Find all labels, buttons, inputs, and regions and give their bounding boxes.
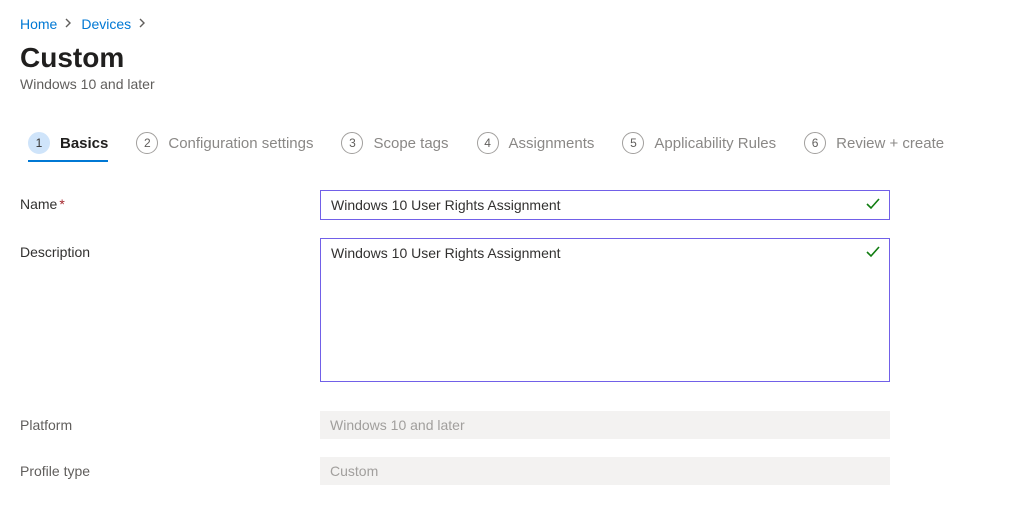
page-title: Custom <box>20 42 1004 74</box>
form-row-name: Name* <box>20 190 1004 220</box>
tab-label: Assignments <box>509 135 595 152</box>
tab-configuration-settings[interactable]: 2 Configuration settings <box>136 132 313 162</box>
wizard-tabs: 1 Basics 2 Configuration settings 3 Scop… <box>20 132 1004 162</box>
tab-label: Scope tags <box>373 135 448 152</box>
tab-label: Configuration settings <box>168 135 313 152</box>
description-label: Description <box>20 238 320 260</box>
chevron-right-icon <box>65 17 73 31</box>
tab-basics[interactable]: 1 Basics <box>28 132 108 162</box>
tab-step-number: 4 <box>477 132 499 154</box>
tab-applicability-rules[interactable]: 5 Applicability Rules <box>622 132 776 162</box>
profile-type-value <box>320 457 890 485</box>
tab-assignments[interactable]: 4 Assignments <box>477 132 595 162</box>
breadcrumb-home[interactable]: Home <box>20 16 57 32</box>
chevron-right-icon <box>139 17 147 31</box>
tab-label: Basics <box>60 135 108 152</box>
tab-step-number: 1 <box>28 132 50 154</box>
tab-step-number: 5 <box>622 132 644 154</box>
tab-step-number: 3 <box>341 132 363 154</box>
form-row-platform: Platform <box>20 411 1004 439</box>
tab-review-create[interactable]: 6 Review + create <box>804 132 944 162</box>
platform-label: Platform <box>20 411 320 433</box>
tab-step-number: 6 <box>804 132 826 154</box>
form-row-profile-type: Profile type <box>20 457 1004 485</box>
tab-step-number: 2 <box>136 132 158 154</box>
platform-value <box>320 411 890 439</box>
tab-label: Applicability Rules <box>654 135 776 152</box>
description-textarea[interactable] <box>320 238 890 382</box>
breadcrumb: Home Devices <box>20 16 1004 32</box>
tab-scope-tags[interactable]: 3 Scope tags <box>341 132 448 162</box>
form-row-description: Description <box>20 238 1004 387</box>
name-input[interactable] <box>320 190 890 220</box>
tab-label: Review + create <box>836 135 944 152</box>
required-asterisk: * <box>59 196 64 212</box>
profile-type-label: Profile type <box>20 457 320 479</box>
name-label: Name* <box>20 190 320 212</box>
page-subtitle: Windows 10 and later <box>20 76 1004 92</box>
breadcrumb-devices[interactable]: Devices <box>81 16 131 32</box>
